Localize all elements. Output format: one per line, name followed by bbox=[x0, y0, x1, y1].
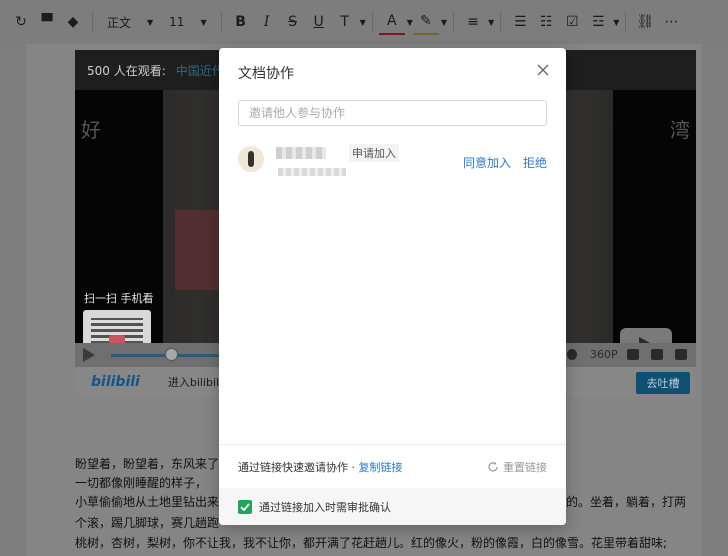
play-icon[interactable] bbox=[83, 348, 95, 362]
fullscreen-icon[interactable] bbox=[675, 349, 687, 360]
dialog-footer: 通过链接加入时需审批确认 bbox=[219, 488, 566, 525]
indent-icon[interactable]: ☲ bbox=[585, 9, 611, 35]
format-painter-icon[interactable]: ▀ bbox=[34, 9, 60, 35]
video-side-text-right: 湾 bbox=[670, 118, 690, 142]
loop-icon[interactable] bbox=[651, 349, 663, 360]
checkbox-list-icon[interactable]: ☑ bbox=[559, 9, 585, 35]
video-side-text-left: 好 bbox=[81, 118, 101, 142]
doc-paragraph[interactable]: 小草偷偷地从土地里钻出来 bbox=[75, 493, 219, 510]
reset-link-label: 重置链接 bbox=[503, 461, 547, 474]
link-invite-text: 通过链接快速邀请协作 · bbox=[238, 461, 359, 474]
chevron-down-icon: ▼ bbox=[147, 17, 154, 27]
strikethrough-button[interactable]: S bbox=[280, 9, 306, 35]
refresh-icon bbox=[488, 462, 498, 472]
toolbar-divider bbox=[500, 12, 502, 32]
join-request-row: 申请加入 同意加入 拒绝 bbox=[238, 144, 547, 180]
bold-button[interactable]: B bbox=[228, 9, 254, 35]
doc-paragraph[interactable]: 一切都像刚睡醒的样子， bbox=[75, 474, 207, 491]
link-invite-row: 通过链接快速邀请协作 · 复制链接 bbox=[238, 459, 403, 475]
progress-knob[interactable] bbox=[165, 348, 178, 361]
chevron-down-icon: ▼ bbox=[200, 17, 207, 27]
dialog-divider bbox=[219, 444, 566, 445]
italic-button[interactable]: I bbox=[254, 9, 280, 35]
style-select-value: 正文 bbox=[107, 15, 132, 30]
more-icon[interactable]: ⋯ bbox=[658, 9, 684, 35]
link-icon[interactable]: ⛓ bbox=[632, 9, 658, 35]
accept-button[interactable]: 同意加入 bbox=[463, 154, 511, 171]
video-title[interactable]: 中国近代 bbox=[176, 62, 224, 79]
danmaku-icon[interactable] bbox=[627, 349, 639, 360]
doc-paragraph[interactable]: 盼望着，盼望着，东风来了 bbox=[75, 455, 219, 472]
copy-link-button[interactable]: 复制链接 bbox=[359, 461, 403, 474]
toolbar-divider bbox=[220, 12, 222, 32]
numbered-list-icon[interactable]: ☷ bbox=[533, 9, 559, 35]
request-status: 申请加入 bbox=[349, 144, 399, 162]
requester-name bbox=[276, 147, 326, 159]
requester-account bbox=[278, 168, 346, 176]
toolbar-divider bbox=[371, 12, 373, 32]
superscript-button[interactable]: T bbox=[332, 9, 358, 35]
bilibili-logo: bilibili bbox=[91, 374, 140, 390]
font-size-value: 11 bbox=[169, 15, 185, 29]
font-color-button[interactable]: A bbox=[378, 9, 405, 35]
resolution-select[interactable]: 360P bbox=[590, 348, 618, 361]
viewer-count: 500 人在观看: bbox=[87, 63, 166, 78]
document-gutter-right bbox=[702, 44, 728, 556]
toolbar-divider bbox=[92, 12, 93, 32]
doc-paragraph[interactable]: 个滚，踢几脚球，赛几趟跑 bbox=[75, 514, 219, 531]
redo-icon[interactable]: ↻ bbox=[8, 9, 34, 35]
align-left-icon[interactable]: ≡ bbox=[460, 9, 486, 35]
toolbar-divider bbox=[453, 12, 455, 32]
doc-paragraph-continued[interactable]: 的。坐着，躺着，打两 bbox=[566, 493, 686, 510]
editor-toolbar: ↻ ▀ ◆ 正文 ▼ 11 ▼ B I S U T ▼ A ▼ ✎ ▼ ≡ ▼ ☰ … bbox=[0, 0, 728, 44]
chevron-down-icon[interactable]: ▼ bbox=[488, 18, 494, 27]
font-size-select[interactable]: 11 ▼ bbox=[161, 15, 214, 29]
chevron-down-icon[interactable]: ▼ bbox=[360, 18, 366, 27]
chevron-down-icon[interactable]: ▼ bbox=[613, 18, 619, 27]
toolbar-divider bbox=[625, 12, 627, 32]
reject-button[interactable]: 拒绝 bbox=[523, 154, 547, 171]
approval-label: 通过链接加入时需审批确认 bbox=[259, 501, 391, 514]
bullet-list-icon[interactable]: ☰ bbox=[507, 9, 533, 35]
scan-label: 扫一扫 手机看 bbox=[84, 292, 154, 305]
approval-checkbox[interactable] bbox=[238, 500, 252, 514]
chevron-down-icon[interactable]: ▼ bbox=[441, 18, 447, 27]
style-select[interactable]: 正文 ▼ bbox=[99, 14, 161, 31]
invite-input[interactable] bbox=[238, 100, 547, 126]
highlight-icon[interactable]: ✎ bbox=[412, 9, 439, 35]
document-gutter-left bbox=[0, 44, 26, 556]
close-icon[interactable] bbox=[536, 63, 550, 77]
volume-icon[interactable] bbox=[567, 349, 577, 360]
underline-button[interactable]: U bbox=[306, 9, 332, 35]
dialog-title: 文档协作 bbox=[238, 66, 294, 82]
clear-format-icon[interactable]: ◆ bbox=[60, 9, 86, 35]
comment-button[interactable]: 去吐槽 bbox=[636, 372, 690, 394]
avatar bbox=[238, 146, 264, 172]
reset-link-button[interactable]: 重置链接 bbox=[487, 459, 547, 475]
doc-paragraph[interactable]: 桃树，杏树，梨树，你不让我，我不让你，都开满了花赶趟儿。红的像火，粉的像霞，白的… bbox=[75, 534, 667, 551]
collaboration-dialog: 文档协作 申请加入 同意加入 拒绝 通过链接快速邀请协作 · 复制链接 重置链接… bbox=[219, 48, 566, 525]
